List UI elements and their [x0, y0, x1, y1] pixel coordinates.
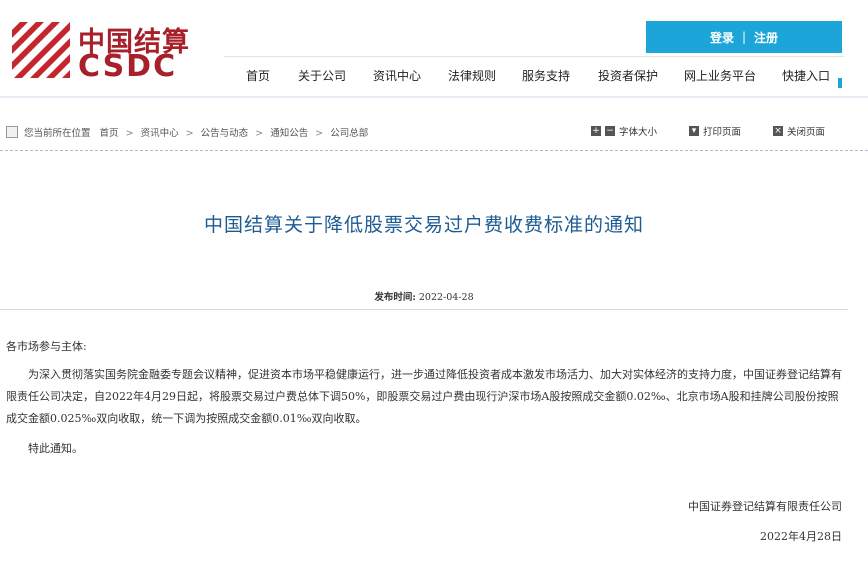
article-salutation: 各市场参与主体: — [6, 340, 87, 353]
title-divider — [0, 309, 848, 310]
register-link[interactable]: 注册 — [754, 29, 778, 46]
close-tool[interactable]: × 关闭页面 — [773, 124, 825, 138]
site-header: 中国结算 CSDC 登录 | 注册 首页 关于公司 资讯中心 法律规则 服务支持… — [0, 0, 868, 98]
csdc-logo-icon — [12, 22, 70, 78]
breadcrumb-item-headquarters[interactable]: 公司总部 — [330, 128, 368, 139]
breadcrumb-item-announcements[interactable]: 公告与动态 — [201, 128, 249, 139]
breadcrumb-item-news[interactable]: 资讯中心 — [141, 128, 179, 139]
font-size-tool: + − 字体大小 — [591, 124, 657, 138]
nav-item-about[interactable]: 关于公司 — [298, 67, 346, 84]
breadcrumb-separator: > — [255, 128, 264, 139]
breadcrumb-divider — [0, 150, 868, 151]
font-increase-icon[interactable]: + — [591, 126, 601, 136]
article-signer: 中国证券登记结算有限责任公司 — [688, 500, 842, 513]
publish-info: 发布时间: 2022-04-28 — [0, 289, 848, 303]
nav-item-online-platform[interactable]: 网上业务平台 — [684, 67, 756, 84]
csdc-logo[interactable]: 中国结算 CSDC — [12, 22, 192, 84]
breadcrumb-item-home[interactable]: 首页 — [100, 128, 119, 139]
nav-item-investor-protection[interactable]: 投资者保护 — [598, 67, 658, 84]
print-icon: ▾ — [689, 126, 699, 136]
main-nav: 首页 关于公司 资讯中心 法律规则 服务支持 投资者保护 网上业务平台 快捷入口 — [224, 56, 844, 97]
close-icon: × — [773, 126, 783, 136]
article-sign-date: 2022年4月28日 — [760, 530, 842, 543]
breadcrumb-separator: > — [315, 128, 324, 139]
breadcrumb-separator: > — [125, 128, 134, 139]
publish-date: 2022-04-28 — [418, 292, 474, 303]
print-tool[interactable]: ▾ 打印页面 — [689, 124, 741, 138]
nav-item-news[interactable]: 资讯中心 — [373, 67, 421, 84]
breadcrumb-prefix: 您当前所在位置 — [24, 128, 91, 139]
breadcrumb: 您当前所在位置 首页 > 资讯中心 > 公告与动态 > 通知公告 > 公司总部 — [24, 125, 368, 139]
breadcrumb-separator: > — [185, 128, 194, 139]
location-icon — [6, 126, 18, 138]
nav-item-quick-access[interactable]: 快捷入口 — [782, 67, 830, 84]
publish-label: 发布时间: — [374, 292, 416, 303]
nav-item-services[interactable]: 服务支持 — [522, 67, 570, 84]
close-label: 关闭页面 — [787, 127, 826, 138]
nav-item-laws[interactable]: 法律规则 — [448, 67, 496, 84]
font-size-label: 字体大小 — [619, 127, 658, 138]
article-title: 中国结算关于降低股票交易过户费收费标准的通知 — [203, 214, 644, 236]
logo-english-text: CSDC — [78, 49, 178, 84]
nav-scroll-marker — [838, 78, 842, 88]
article-closing: 特此通知。 — [28, 442, 83, 455]
print-label: 打印页面 — [703, 127, 742, 138]
login-link[interactable]: 登录 — [710, 29, 734, 46]
nav-item-home[interactable]: 首页 — [246, 67, 270, 84]
login-register-bar: 登录 | 注册 — [646, 21, 842, 53]
font-decrease-icon[interactable]: − — [605, 126, 615, 136]
breadcrumb-item-notices[interactable]: 通知公告 — [270, 128, 308, 139]
login-separator: | — [741, 30, 747, 44]
article-body: 为深入贯彻落实国务院金融委专题会议精神，促进资本市场平稳健康运行，进一步通过降低… — [6, 368, 842, 425]
